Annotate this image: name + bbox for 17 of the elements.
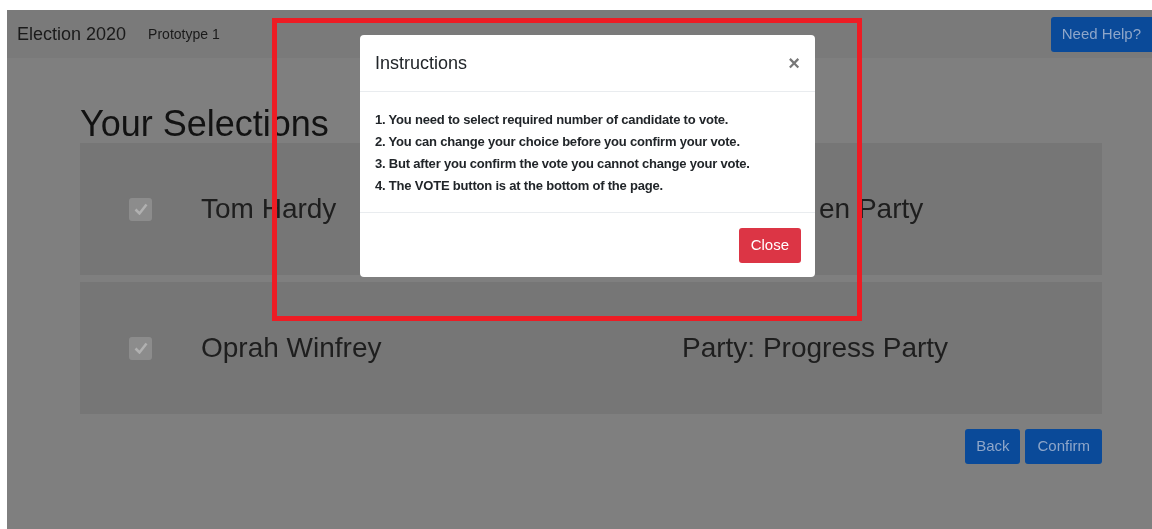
back-button[interactable]: Back — [965, 429, 1021, 464]
subtitle: Prototype 1 — [148, 24, 220, 44]
party-name: Party: Progress Party — [682, 331, 949, 365]
help-button[interactable]: Need Help? — [1050, 16, 1152, 52]
check-icon — [133, 203, 148, 215]
instruction-line: 4. The VOTE button is at the bottom of the page. — [375, 177, 664, 195]
check-icon — [133, 342, 148, 354]
instruction-line: 3. But after you confirm the vote you cannot change your vote. — [375, 155, 751, 173]
candidate-name: Oprah Winfrey — [201, 331, 382, 365]
dialog-title: Instructions — [375, 51, 468, 75]
instruction-line: 2. You can change your choice before you confirm your vote. — [375, 133, 741, 151]
brand-title: Election 2020 — [17, 22, 127, 46]
confirm-button[interactable]: Confirm — [1025, 429, 1102, 464]
instruction-line: 1. You need to select required number of candidate to vote. — [375, 111, 730, 129]
checkbox[interactable] — [129, 197, 152, 221]
close-button[interactable]: Close — [738, 227, 801, 263]
checkbox[interactable] — [129, 336, 152, 360]
